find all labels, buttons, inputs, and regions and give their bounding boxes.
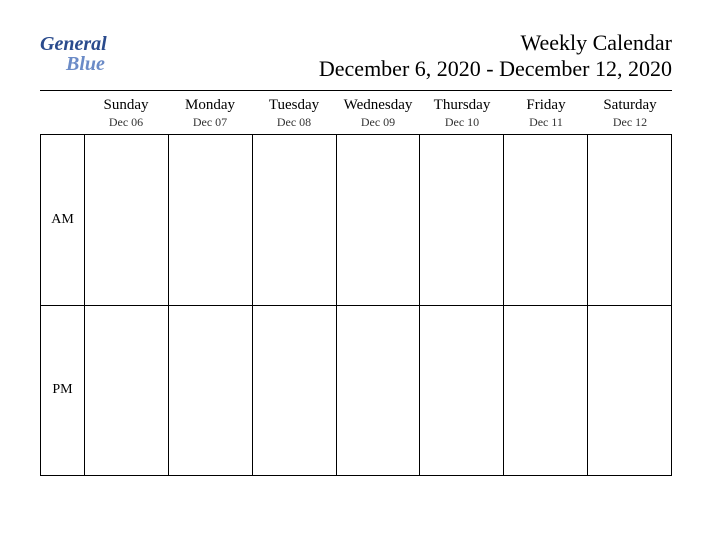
day-date: Dec 12 bbox=[588, 115, 672, 130]
day-header-row: Sunday Dec 06 Monday Dec 07 Tuesday Dec … bbox=[40, 97, 672, 134]
day-name: Sunday bbox=[84, 97, 168, 114]
day-header: Sunday Dec 06 bbox=[84, 97, 168, 130]
calendar-grid: Sunday Dec 06 Monday Dec 07 Tuesday Dec … bbox=[40, 97, 672, 476]
day-date: Dec 10 bbox=[420, 115, 504, 130]
day-header: Monday Dec 07 bbox=[168, 97, 252, 130]
page-title: Weekly Calendar bbox=[319, 30, 672, 56]
calendar-cell bbox=[420, 305, 503, 475]
page-subtitle: December 6, 2020 - December 12, 2020 bbox=[319, 56, 672, 82]
brand-logo: General Blue bbox=[40, 30, 107, 74]
header: General Blue Weekly Calendar December 6,… bbox=[40, 30, 672, 91]
day-date: Dec 08 bbox=[252, 115, 336, 130]
day-column bbox=[85, 135, 168, 475]
period-am: AM bbox=[41, 135, 84, 305]
day-column bbox=[168, 135, 252, 475]
calendar-cell bbox=[588, 135, 671, 305]
day-column bbox=[252, 135, 336, 475]
day-header: Thursday Dec 10 bbox=[420, 97, 504, 130]
calendar-body: AM PM bbox=[40, 134, 672, 476]
day-header: Wednesday Dec 09 bbox=[336, 97, 420, 130]
day-column bbox=[503, 135, 587, 475]
day-name: Tuesday bbox=[252, 97, 336, 114]
calendar-cell bbox=[588, 305, 671, 475]
calendar-cell bbox=[169, 305, 252, 475]
brand-part2: Blue bbox=[66, 54, 105, 74]
day-date: Dec 11 bbox=[504, 115, 588, 130]
day-column bbox=[419, 135, 503, 475]
calendar-cell bbox=[85, 135, 168, 305]
calendar-cell bbox=[504, 135, 587, 305]
calendar-cell bbox=[253, 135, 336, 305]
calendar-cell bbox=[169, 135, 252, 305]
corner-spacer bbox=[40, 97, 84, 130]
calendar-cell bbox=[337, 305, 420, 475]
day-date: Dec 09 bbox=[336, 115, 420, 130]
day-header: Friday Dec 11 bbox=[504, 97, 588, 130]
day-date: Dec 07 bbox=[168, 115, 252, 130]
day-column bbox=[587, 135, 671, 475]
title-block: Weekly Calendar December 6, 2020 - Decem… bbox=[319, 30, 672, 82]
day-name: Monday bbox=[168, 97, 252, 114]
brand-part1: General bbox=[40, 33, 107, 55]
period-pm: PM bbox=[41, 305, 84, 476]
day-header: Tuesday Dec 08 bbox=[252, 97, 336, 130]
day-name: Wednesday bbox=[336, 97, 420, 114]
calendar-cell bbox=[253, 305, 336, 475]
calendar-days bbox=[85, 135, 671, 475]
calendar-cell bbox=[420, 135, 503, 305]
day-name: Saturday bbox=[588, 97, 672, 114]
period-labels: AM PM bbox=[41, 135, 85, 475]
day-header: Saturday Dec 12 bbox=[588, 97, 672, 130]
day-name: Friday bbox=[504, 97, 588, 114]
calendar-cell bbox=[337, 135, 420, 305]
day-date: Dec 06 bbox=[84, 115, 168, 130]
calendar-cell bbox=[504, 305, 587, 475]
calendar-cell bbox=[85, 305, 168, 475]
day-name: Thursday bbox=[420, 97, 504, 114]
day-column bbox=[336, 135, 420, 475]
